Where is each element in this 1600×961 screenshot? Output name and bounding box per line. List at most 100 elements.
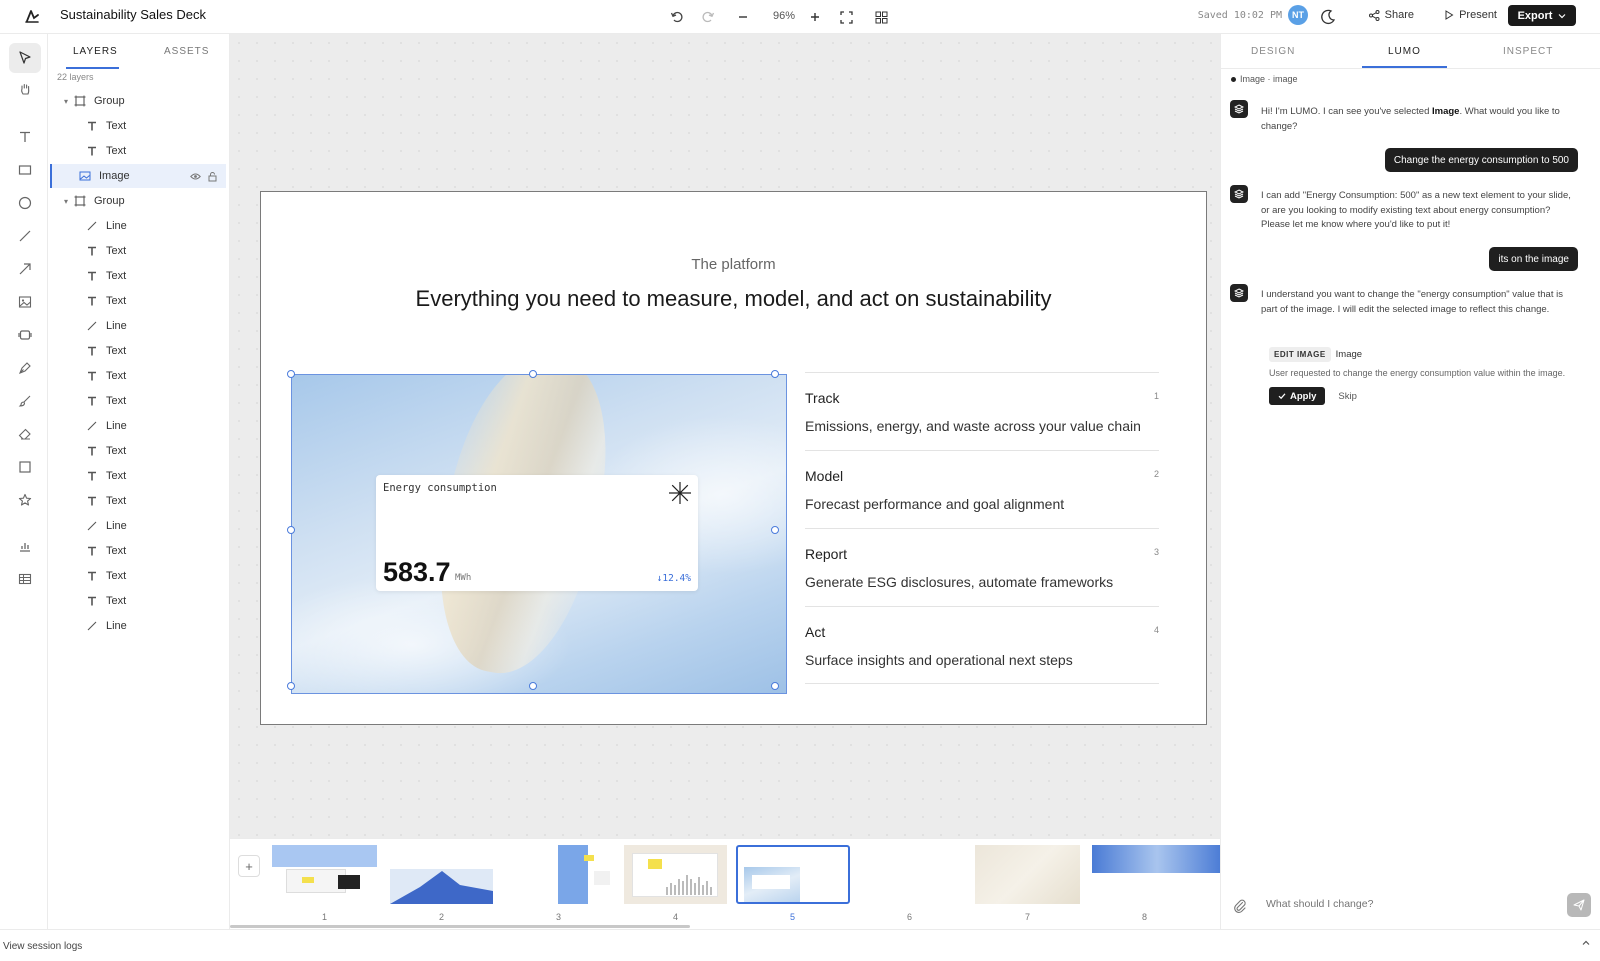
grid-view-button[interactable] (868, 4, 894, 30)
chevron-up-icon[interactable] (1582, 939, 1590, 950)
zoom-in-button[interactable] (802, 4, 828, 30)
thumb-mountain-image (390, 869, 493, 904)
layer-row-text[interactable]: Text (50, 489, 226, 513)
slide-thumbnail-5[interactable] (736, 845, 850, 904)
layer-row-text[interactable]: Text (50, 114, 226, 138)
fit-screen-button[interactable] (833, 4, 859, 30)
tab-design[interactable]: DESIGN (1251, 46, 1295, 57)
action-target: Image (1335, 349, 1363, 360)
layer-row-text[interactable]: Text (50, 339, 226, 363)
undo-button[interactable] (664, 4, 690, 30)
resize-handle-se[interactable] (771, 682, 779, 690)
chevron-down-icon[interactable]: ▾ (60, 97, 72, 106)
brush-tool[interactable] (9, 386, 41, 416)
slide-thumbnail-2[interactable] (390, 845, 493, 904)
slide[interactable]: The platform Everything you need to meas… (260, 191, 1207, 725)
resize-handle-w[interactable] (287, 526, 295, 534)
resize-handle-s[interactable] (529, 682, 537, 690)
layer-row-text[interactable]: Text (50, 389, 226, 413)
session-logs-link[interactable]: View session logs (3, 941, 82, 952)
lock-icon[interactable] (207, 171, 218, 182)
slide-headline[interactable]: Everything you need to measure, model, a… (261, 286, 1206, 312)
add-slide-button[interactable]: + (238, 855, 260, 877)
tab-assets[interactable]: ASSETS (164, 46, 209, 57)
table-tool[interactable] (9, 564, 41, 594)
layer-row-text[interactable]: Text (50, 589, 226, 613)
resize-handle-nw[interactable] (287, 370, 295, 378)
thumb-accent-shape (648, 859, 662, 869)
share-button[interactable]: Share (1368, 9, 1414, 21)
chevron-down-icon[interactable]: ▾ (60, 197, 72, 206)
user-avatar[interactable]: NT (1288, 5, 1308, 25)
favorites-tool[interactable] (9, 485, 41, 515)
chat-input[interactable] (1266, 898, 1526, 910)
tab-inspect[interactable]: INSPECT (1503, 46, 1553, 57)
slide-thumbnail-1[interactable] (272, 845, 377, 904)
layer-row-image[interactable]: Image (50, 164, 226, 188)
layer-row-line[interactable]: Line (50, 514, 226, 538)
ellipse-tool[interactable] (9, 188, 41, 218)
image-tool[interactable] (9, 287, 41, 317)
export-button[interactable]: Export (1508, 5, 1576, 26)
layer-row-text[interactable]: Text (50, 439, 226, 463)
text-tool[interactable] (9, 122, 41, 152)
paperclip-icon[interactable] (1232, 898, 1248, 914)
app-logo-icon[interactable] (22, 6, 42, 26)
layer-row-group[interactable]: ▾ Group (50, 189, 226, 213)
tab-lumo[interactable]: LUMO (1388, 46, 1421, 57)
resize-handle-n[interactable] (529, 370, 537, 378)
skip-button[interactable]: Skip (1338, 391, 1356, 402)
rectangle-tool[interactable] (9, 155, 41, 185)
layer-row-group[interactable]: ▾ Group (50, 89, 226, 113)
resize-handle-e[interactable] (771, 526, 779, 534)
zoom-out-button[interactable] (730, 4, 756, 30)
layer-row-text[interactable]: Text (50, 264, 226, 288)
slide-eyebrow[interactable]: The platform (261, 256, 1206, 273)
slide-thumbnail-8[interactable] (1092, 845, 1220, 904)
slide-thumbnail-7[interactable] (975, 845, 1080, 904)
layer-row-line[interactable]: Line (50, 214, 226, 238)
canvas[interactable]: The platform Everything you need to meas… (230, 34, 1220, 838)
line-tool[interactable] (9, 221, 41, 251)
video-tool[interactable] (9, 320, 41, 350)
hand-tool[interactable] (9, 74, 41, 104)
filmstrip-scrollbar[interactable] (230, 925, 690, 928)
slide-thumbnail-6[interactable] (862, 845, 965, 904)
apply-button[interactable]: Apply (1269, 387, 1326, 405)
frame-tool[interactable] (9, 452, 41, 482)
layer-count: 22 layers (57, 72, 94, 82)
slide-thumbnail-4[interactable] (624, 845, 727, 904)
feature-model[interactable]: Model 2 Forecast performance and goal al… (805, 450, 1159, 528)
layer-row-line[interactable]: Line (50, 614, 226, 638)
layer-row-text[interactable]: Text (50, 564, 226, 588)
zoom-level[interactable]: 96% (773, 10, 795, 22)
select-tool[interactable] (9, 43, 41, 73)
send-button[interactable] (1567, 893, 1591, 917)
pen-tool[interactable] (9, 353, 41, 383)
tab-layers[interactable]: LAYERS (73, 46, 118, 57)
layer-row-text[interactable]: Text (50, 364, 226, 388)
eraser-tool[interactable] (9, 419, 41, 449)
chart-tool[interactable] (9, 531, 41, 561)
present-button[interactable]: Present (1444, 9, 1497, 21)
feature-report[interactable]: Report 3 Generate ESG disclosures, autom… (805, 528, 1159, 606)
moon-icon[interactable] (1318, 7, 1338, 27)
layer-row-text[interactable]: Text (50, 539, 226, 563)
resize-handle-sw[interactable] (287, 682, 295, 690)
layer-row-text[interactable]: Text (50, 139, 226, 163)
arrow-icon (19, 263, 31, 275)
feature-track[interactable]: Track 1 Emissions, energy, and waste acr… (805, 372, 1159, 450)
redo-button[interactable] (695, 4, 721, 30)
layer-row-text[interactable]: Text (50, 289, 226, 313)
layer-row-line[interactable]: Line (50, 314, 226, 338)
eye-icon[interactable] (190, 171, 201, 182)
layer-row-text[interactable]: Text (50, 239, 226, 263)
layer-row-text[interactable]: Text (50, 464, 226, 488)
document-title[interactable]: Sustainability Sales Deck (60, 7, 206, 22)
resize-handle-ne[interactable] (771, 370, 779, 378)
selected-image[interactable]: Energy consumption 583.7 MWh ↓12.4% (291, 374, 787, 694)
slide-thumbnail-3[interactable] (558, 845, 612, 904)
arrow-tool[interactable] (9, 254, 41, 284)
layer-row-line[interactable]: Line (50, 414, 226, 438)
feature-act[interactable]: Act 4 Surface insights and operational n… (805, 606, 1159, 684)
